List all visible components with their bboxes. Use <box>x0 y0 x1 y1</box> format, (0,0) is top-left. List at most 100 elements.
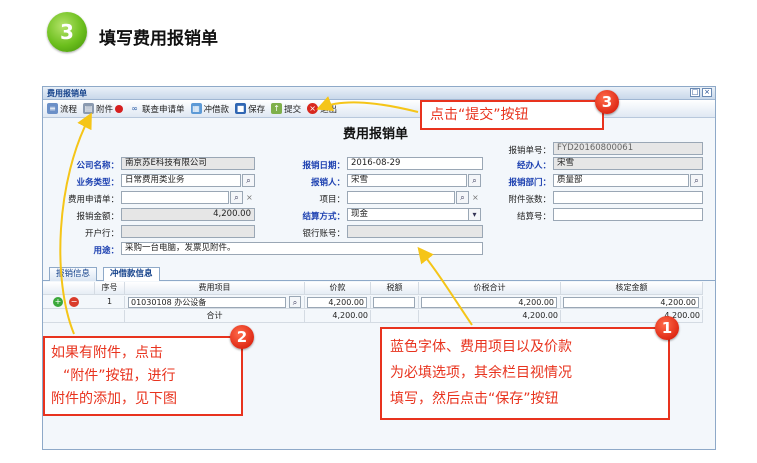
exit-button[interactable]: × 退出 <box>307 103 337 115</box>
row-no: 1 <box>95 296 125 309</box>
row-total-cell: 4,200.00 <box>419 296 561 309</box>
project-label: 项目： <box>319 195 345 205</box>
claimant-label: 报销人： <box>310 178 345 188</box>
settle-label: 结算方式： <box>302 212 345 222</box>
offset-loan-button[interactable]: ▦ 冲借款 <box>190 103 229 115</box>
sum-label: 合计 <box>125 310 305 323</box>
purpose-label: 用途： <box>93 246 119 256</box>
submit-button[interactable]: ↑ 提交 <box>271 103 301 115</box>
window-title: 费用报销单 <box>47 89 87 98</box>
exit-icon: × <box>307 103 319 114</box>
row-total-field[interactable]: 4,200.00 <box>421 297 557 308</box>
biz-type-search-icon[interactable]: ⌕ <box>242 174 255 187</box>
request-clear-icon[interactable]: × <box>246 193 253 202</box>
settle-no-label: 结算号： <box>516 212 551 222</box>
callout-required-fields-hint: 蓝色字体、费用项目以及价款 为必填选项，其余栏目视情况 填写，然后点击“保存”按… <box>380 327 670 420</box>
sum-price: 4,200.00 <box>305 310 371 323</box>
header-total: 价税合计 <box>419 282 561 295</box>
row-item-field[interactable]: 01030108 办公设备 <box>128 297 286 308</box>
attachment-button[interactable]: ▤ 附件 <box>83 103 124 115</box>
callout-2-badge: 2 <box>230 325 254 349</box>
delete-row-icon[interactable]: − <box>69 297 79 307</box>
table-row: + − 1 01030108 办公设备 ⌕ 4,200.00 4,200.00 … <box>43 296 715 309</box>
step-title: 填写费用报销单 <box>99 29 218 49</box>
sum-total: 4,200.00 <box>419 310 561 323</box>
callout-1-badge: 1 <box>655 316 679 340</box>
dept-search-icon[interactable]: ⌕ <box>690 174 703 187</box>
purpose-field[interactable]: 采购一台电脑，发票见附件。 <box>121 242 483 255</box>
doc-no-label: 报销单号： <box>508 146 551 156</box>
chevron-down-icon[interactable]: ▾ <box>468 208 481 221</box>
attach-count-label: 附件张数： <box>508 195 551 205</box>
maximize-button[interactable]: □ <box>690 88 700 97</box>
attachment-icon: ▤ <box>83 103 95 114</box>
sum-approved: 4,200.00 <box>561 310 703 323</box>
row-approved-cell: 4,200.00 <box>561 296 703 309</box>
date-label: 报销日期： <box>302 161 345 171</box>
tab-loan-offset-info[interactable]: 冲借款信息 <box>103 267 160 281</box>
link-icon: ∞ <box>131 104 138 113</box>
callout-submit-hint: 点击“提交”按钮 <box>420 100 604 130</box>
row-item-cell: 01030108 办公设备 ⌕ <box>125 296 305 309</box>
sum-blank <box>43 310 125 323</box>
save-icon: ■ <box>235 103 247 114</box>
project-clear-icon[interactable]: × <box>472 193 479 202</box>
add-row-icon[interactable]: + <box>53 297 63 307</box>
row-price-field[interactable]: 4,200.00 <box>307 297 367 308</box>
sum-tax <box>371 310 419 323</box>
claimant-field[interactable]: 宋雪 <box>347 174 467 187</box>
row-actions: + − <box>43 296 95 309</box>
linked-request-button[interactable]: ∞ 联查申请单 <box>129 103 184 115</box>
account-field[interactable] <box>347 225 483 238</box>
biz-type-field[interactable]: 日常费用类业务 <box>121 174 241 187</box>
date-field[interactable]: 2016-08-29 <box>347 157 483 170</box>
header-tax: 税额 <box>371 282 419 295</box>
callout-attachment-hint: 如果有附件，点击 “附件”按钮，进行 附件的添加，见下图 <box>43 336 243 416</box>
close-button[interactable]: × <box>702 88 712 97</box>
bank-label: 开户行： <box>84 229 119 239</box>
handler-label: 经办人： <box>516 161 551 171</box>
form-title: 费用报销单 <box>343 127 409 142</box>
dept-field[interactable]: 质量部 <box>553 174 689 187</box>
submit-icon: ↑ <box>271 103 283 114</box>
header-item: 费用项目 <box>125 282 305 295</box>
header-no: 序号 <box>95 282 125 295</box>
settle-no-field[interactable] <box>553 208 703 221</box>
amount-field[interactable]: 4,200.00 <box>121 208 255 221</box>
request-field[interactable] <box>121 191 229 204</box>
biz-type-label: 业务类型： <box>76 178 119 188</box>
detail-tabs: 报销信息 冲借款信息 <box>43 265 715 281</box>
header-actions <box>43 282 95 295</box>
row-tax-cell <box>371 296 419 309</box>
tab-claim-info[interactable]: 报销信息 <box>49 267 98 281</box>
row-approved-field[interactable]: 4,200.00 <box>563 297 699 308</box>
request-label: 费用申请单： <box>67 195 119 205</box>
attach-count-field[interactable] <box>553 191 703 204</box>
attachment-alert-dot <box>115 104 124 113</box>
settle-select[interactable]: 现金 <box>347 208 469 221</box>
header-approved: 核定金额 <box>561 282 703 295</box>
amount-label: 报销金额： <box>76 212 119 222</box>
doc-no-field[interactable]: FYD20160800061 <box>553 142 703 155</box>
bank-field[interactable] <box>121 225 255 238</box>
account-label: 银行账号： <box>302 229 345 239</box>
request-search-icon[interactable]: ⌕ <box>230 191 243 204</box>
claimant-search-icon[interactable]: ⌕ <box>468 174 481 187</box>
row-price-cell: 4,200.00 <box>305 296 371 309</box>
process-icon: ≡ <box>47 103 58 114</box>
callout-3-badge: 3 <box>595 90 619 114</box>
grid-header-row: 序号 费用项目 价款 税额 价税合计 核定金额 <box>43 282 715 295</box>
project-field[interactable] <box>347 191 455 204</box>
dept-label: 报销部门： <box>508 178 551 188</box>
grid-sum-row: 合计 4,200.00 4,200.00 4,200.00 <box>43 310 715 323</box>
process-button[interactable]: ≡ 流程 <box>47 103 77 115</box>
company-label: 公司名称： <box>76 161 119 171</box>
header-price: 价款 <box>305 282 371 295</box>
save-button[interactable]: ■ 保存 <box>235 103 265 115</box>
handler-field[interactable]: 宋雪 <box>553 157 703 170</box>
project-search-icon[interactable]: ⌕ <box>456 191 469 204</box>
company-field[interactable]: 南京苏E科技有限公司 <box>121 157 255 170</box>
item-search-icon[interactable]: ⌕ <box>289 296 301 308</box>
step-number-badge: 3 <box>47 12 87 52</box>
row-tax-field[interactable] <box>373 297 415 308</box>
